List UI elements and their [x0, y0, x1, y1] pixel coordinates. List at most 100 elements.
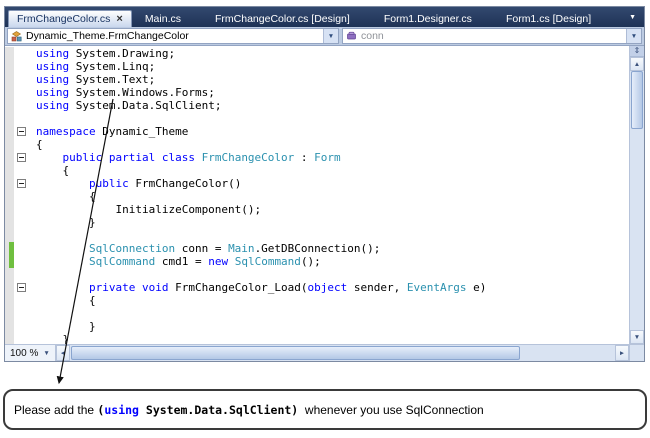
- code-line[interactable]: using System.Text;: [5, 73, 629, 86]
- document-tab-bar: FrmChangeColor.cs × Main.cs FrmChangeCol…: [5, 7, 644, 27]
- tab-label: Main.cs: [144, 12, 181, 25]
- close-icon[interactable]: ×: [116, 14, 122, 25]
- code-line-text: using System.Linq;: [36, 60, 156, 73]
- tab-form1-designer-cs[interactable]: Form1.Designer.cs: [376, 10, 480, 27]
- code-line-text: }: [36, 320, 96, 333]
- scroll-down-button[interactable]: ▼: [630, 330, 644, 344]
- code-editor[interactable]: using System.Drawing; using System.Linq; u…: [5, 46, 644, 361]
- indicator-margin: [5, 216, 14, 229]
- fold-margin: [14, 307, 31, 320]
- code-line[interactable]: using System.Linq;: [5, 60, 629, 73]
- collapse-minus-icon[interactable]: [17, 153, 26, 162]
- indicator-margin: [5, 112, 14, 125]
- scroll-right-button[interactable]: ►: [615, 345, 629, 361]
- indicator-margin: [5, 164, 14, 177]
- code-line-text: using System.Windows.Forms;: [36, 86, 215, 99]
- chevron-down-icon[interactable]: ▼: [43, 350, 49, 357]
- scrollbar-corner: [629, 344, 644, 361]
- code-line[interactable]: private void FrmChangeColor_Load(object …: [5, 281, 629, 294]
- code-line-text: {: [36, 164, 70, 177]
- fold-margin: [14, 177, 31, 190]
- splitter-handle-icon[interactable]: ⇕: [630, 46, 644, 57]
- indicator-margin: [5, 138, 14, 151]
- code-line[interactable]: SqlCommand cmd1 = new SqlCommand();: [5, 255, 629, 268]
- code-line[interactable]: }: [5, 320, 629, 333]
- collapse-minus-icon[interactable]: [17, 179, 26, 188]
- fold-margin: [14, 60, 31, 73]
- indicator-margin: [5, 177, 14, 190]
- indicator-margin: [5, 125, 14, 138]
- code-line[interactable]: public partial class FrmChangeColor : Fo…: [5, 151, 629, 164]
- fold-margin: [14, 99, 31, 112]
- code-line[interactable]: }: [5, 333, 629, 344]
- code-line[interactable]: SqlConnection conn = Main.GetDBConnectio…: [5, 242, 629, 255]
- code-line-text: }: [36, 216, 96, 229]
- members-dropdown[interactable]: conn ▼: [342, 28, 642, 44]
- code-line[interactable]: [5, 229, 629, 242]
- indicator-margin: [5, 268, 14, 281]
- scroll-left-button[interactable]: ◄: [55, 345, 70, 361]
- fold-margin: [14, 229, 31, 242]
- code-line[interactable]: {: [5, 138, 629, 151]
- tab-label: Form1.Designer.cs: [383, 12, 472, 25]
- vertical-scroll-track[interactable]: [630, 71, 644, 330]
- code-line[interactable]: {: [5, 164, 629, 177]
- type-selector-value: Dynamic_Theme.FrmChangeColor: [26, 30, 189, 42]
- indicator-margin: [5, 73, 14, 86]
- tab-frmchangecolor-design[interactable]: FrmChangeColor.cs [Design]: [207, 10, 358, 27]
- code-line[interactable]: {: [5, 294, 629, 307]
- code-line[interactable]: public FrmChangeColor(): [5, 177, 629, 190]
- code-line[interactable]: using System.Windows.Forms;: [5, 86, 629, 99]
- chevron-down-icon[interactable]: ▼: [626, 29, 641, 43]
- tab-label: Form1.cs [Design]: [505, 12, 592, 25]
- code-line[interactable]: InitializeComponent();: [5, 203, 629, 216]
- code-line-text: {: [36, 294, 96, 307]
- tab-list-chevron-icon[interactable]: ▼: [624, 14, 641, 21]
- navigation-bar: Dynamic_Theme.FrmChangeColor ▼ conn ▼: [5, 27, 644, 46]
- collapse-minus-icon[interactable]: [17, 283, 26, 292]
- code-line-text: }: [36, 333, 70, 344]
- code-line[interactable]: }: [5, 216, 629, 229]
- indicator-margin: [5, 47, 14, 60]
- fold-margin: [14, 294, 31, 307]
- indicator-margin: [5, 190, 14, 203]
- class-icon: [11, 30, 22, 41]
- callout-text: Please add the (using System.Data.SqlCli…: [14, 402, 484, 417]
- callout-note: Please add the (using System.Data.SqlCli…: [3, 389, 647, 430]
- indicator-margin: [5, 203, 14, 216]
- tab-form1-cs-design[interactable]: Form1.cs [Design]: [498, 10, 599, 27]
- tab-label: FrmChangeColor.cs: [17, 13, 111, 25]
- code-line[interactable]: [5, 112, 629, 125]
- indicator-margin: [5, 320, 14, 333]
- code-line[interactable]: {: [5, 190, 629, 203]
- code-line[interactable]: [5, 307, 629, 320]
- code-line-text: {: [36, 138, 43, 151]
- vertical-scrollbar[interactable]: ⇕ ▲ ▼: [629, 46, 644, 344]
- code-line-text: public partial class FrmChangeColor : Fo…: [62, 151, 341, 164]
- horizontal-scroll-track[interactable]: [70, 345, 615, 361]
- code-line[interactable]: namespace Dynamic_Theme: [5, 125, 629, 138]
- fold-margin: [14, 164, 31, 177]
- types-dropdown[interactable]: Dynamic_Theme.FrmChangeColor ▼: [7, 28, 339, 44]
- code-line-text: InitializeComponent();: [36, 203, 262, 216]
- tab-main-cs[interactable]: Main.cs: [137, 10, 189, 27]
- fold-margin: [14, 255, 31, 268]
- zoom-control[interactable]: 100 % ▼: [5, 345, 56, 361]
- code-lines: using System.Drawing; using System.Linq; u…: [5, 47, 629, 344]
- code-line[interactable]: [5, 268, 629, 281]
- code-line-text: SqlCommand cmd1 = new SqlCommand();: [88, 255, 321, 268]
- horizontal-scroll-thumb[interactable]: [70, 346, 520, 360]
- fold-margin: [14, 242, 31, 255]
- code-line[interactable]: using System.Data.SqlClient;: [5, 99, 629, 112]
- fold-margin: [14, 73, 31, 86]
- code-line[interactable]: using System.Drawing;: [5, 47, 629, 60]
- collapse-minus-icon[interactable]: [17, 127, 26, 136]
- fold-margin: [14, 190, 31, 203]
- indicator-margin: [5, 281, 14, 294]
- scroll-up-button[interactable]: ▲: [630, 57, 644, 71]
- code-editor-window: FrmChangeColor.cs × Main.cs FrmChangeCol…: [4, 6, 645, 362]
- chevron-down-icon[interactable]: ▼: [323, 29, 338, 43]
- tab-frmchangecolor-cs[interactable]: FrmChangeColor.cs ×: [8, 10, 132, 27]
- vertical-scroll-thumb[interactable]: [631, 71, 643, 129]
